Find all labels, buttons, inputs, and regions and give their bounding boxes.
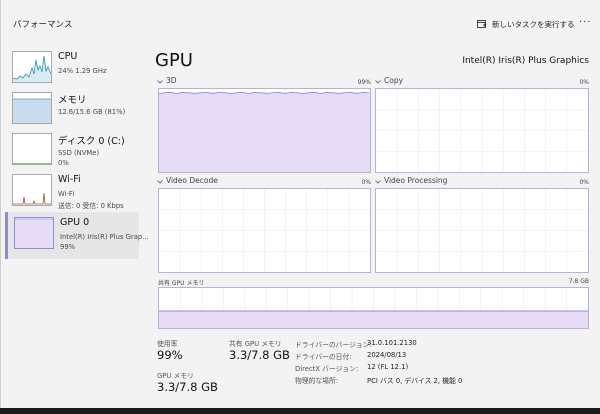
page-title: GPU [155,50,193,71]
physical-location-value: PCI バス 0, デバイス 2, 機能 0 [367,377,463,385]
engine-3d-usage-area [159,92,370,172]
cpu-thumbnail-graph [12,51,52,83]
engine-label: Video Decode [166,176,218,185]
run-new-task-label: 新しいタスクを実行する [492,19,575,29]
memory-thumbnail-graph [12,92,52,124]
wifi-thumbnail-graph [12,174,52,206]
disk-thumbnail-graph [12,133,52,165]
sidebar-item-label: ディスク 0 (C:) [58,136,125,147]
top-bar: パフォーマンス 新しいタスクを実行する ... [1,8,600,38]
shared-memory-max: 7.8 GB [568,278,589,285]
directx-version-value: 12 (FL 12.1) [367,363,409,371]
sidebar-item-memory[interactable]: メモリ 12.6/15.6 GB (81%) [6,87,140,134]
gpu-thumbnail-graph [14,217,54,249]
engine-3d-selector[interactable]: 3D [157,76,177,85]
engine-percent: 0% [361,179,371,186]
shared-memory-usage-area [159,311,588,328]
sidebar-item-label: CPU [58,51,78,62]
sidebar-item-detail: Intel(R) Iris(R) Plus Grap... [60,233,149,241]
engine-percent: 0% [579,179,589,186]
engine-label: Copy [384,76,404,85]
usage-label: 使用率 [157,340,178,348]
usage-value: 99% [157,348,183,362]
engine-video-processing-selector[interactable]: Video Processing [375,176,447,185]
window-title: パフォーマンス [13,20,73,30]
chevron-down-icon [375,78,381,84]
sidebar-item-detail: SSD (NVMe) [58,149,100,157]
graph-grid [376,89,588,172]
more-options-icon[interactable]: ... [579,15,592,25]
chevron-down-icon [157,78,163,84]
engine-copy-graph [375,88,589,173]
graph-grid [159,189,370,272]
sidebar-item-detail: 12.6/15.6 GB (81%) [58,108,126,116]
run-new-task-button[interactable]: 新しいタスクを実行する [477,16,575,32]
shared-memory-graph-label: 共有 GPU メモリ [158,280,205,287]
engine-label: Video Processing [384,176,448,185]
directx-version-label: DirectX バージョン: [295,365,359,373]
engine-video-decode-selector[interactable]: Video Decode [157,176,218,185]
sidebar-item-usage: 99% [60,243,76,251]
sidebar-item-label: GPU 0 [60,217,90,228]
shared-gpu-memory-label: 共有 GPU メモリ [229,340,282,348]
sidebar-item-detail: 24% 1.29 GHz [58,67,107,75]
engine-percent: 0% [579,79,589,86]
driver-version-label: ドライバーのバージョン: [295,341,372,349]
engine-video-decode-graph [158,188,371,273]
gpu-adapter-name: Intel(R) Iris(R) Plus Graphics [462,56,589,66]
sidebar-item-throughput: 送信: 0 受信: 0 Kbps [58,202,124,210]
chevron-down-icon [375,178,381,184]
sidebar-item-usage: 0% [58,159,69,167]
driver-date-value: 2024/08/13 [367,351,407,359]
task-manager-window: パフォーマンス 新しいタスクを実行する ... CPU 24% 1.29 GHz [0,0,600,408]
run-task-icon [477,19,487,29]
driver-date-label: ドライバーの日付: [295,353,352,361]
graph-grid [376,189,588,272]
sidebar-item-wifi[interactable]: Wi-Fi Wi-Fi 送信: 0 受信: 0 Kbps [6,169,140,216]
gpu-details-panel: GPU Intel(R) Iris(R) Plus Graphics 3D 99… [141,38,600,408]
sidebar-item-label: Wi-Fi [58,174,81,185]
engine-3d-usage-line [159,91,370,94]
sidebar-item-detail: Wi-Fi [58,190,75,198]
engine-copy-selector[interactable]: Copy [375,76,403,85]
gpu-memory-label: GPU メモリ [157,372,194,380]
sidebar-item-label: メモリ [58,95,87,106]
resource-sidebar: CPU 24% 1.29 GHz メモリ 12.6/15.6 GB (81%) … [1,38,149,408]
engine-video-processing-graph [375,188,589,273]
engine-label: 3D [166,76,177,85]
shared-memory-graph [158,287,589,329]
shared-gpu-memory-value: 3.3/7.8 GB [229,348,290,362]
driver-version-value: 31.0.101.2130 [367,339,417,347]
physical-location-label: 物理的な場所: [295,377,339,385]
sidebar-item-gpu[interactable]: GPU 0 Intel(R) Iris(R) Plus Grap... 99% [5,212,149,259]
sidebar-item-disk[interactable]: ディスク 0 (C:) SSD (NVMe) 0% [6,128,140,175]
sidebar-item-cpu[interactable]: CPU 24% 1.29 GHz [6,46,140,93]
engine-3d-graph [158,88,371,173]
gpu-memory-value: 3.3/7.8 GB [157,380,218,394]
chevron-down-icon [157,178,163,184]
engine-percent: 99% [357,79,371,86]
